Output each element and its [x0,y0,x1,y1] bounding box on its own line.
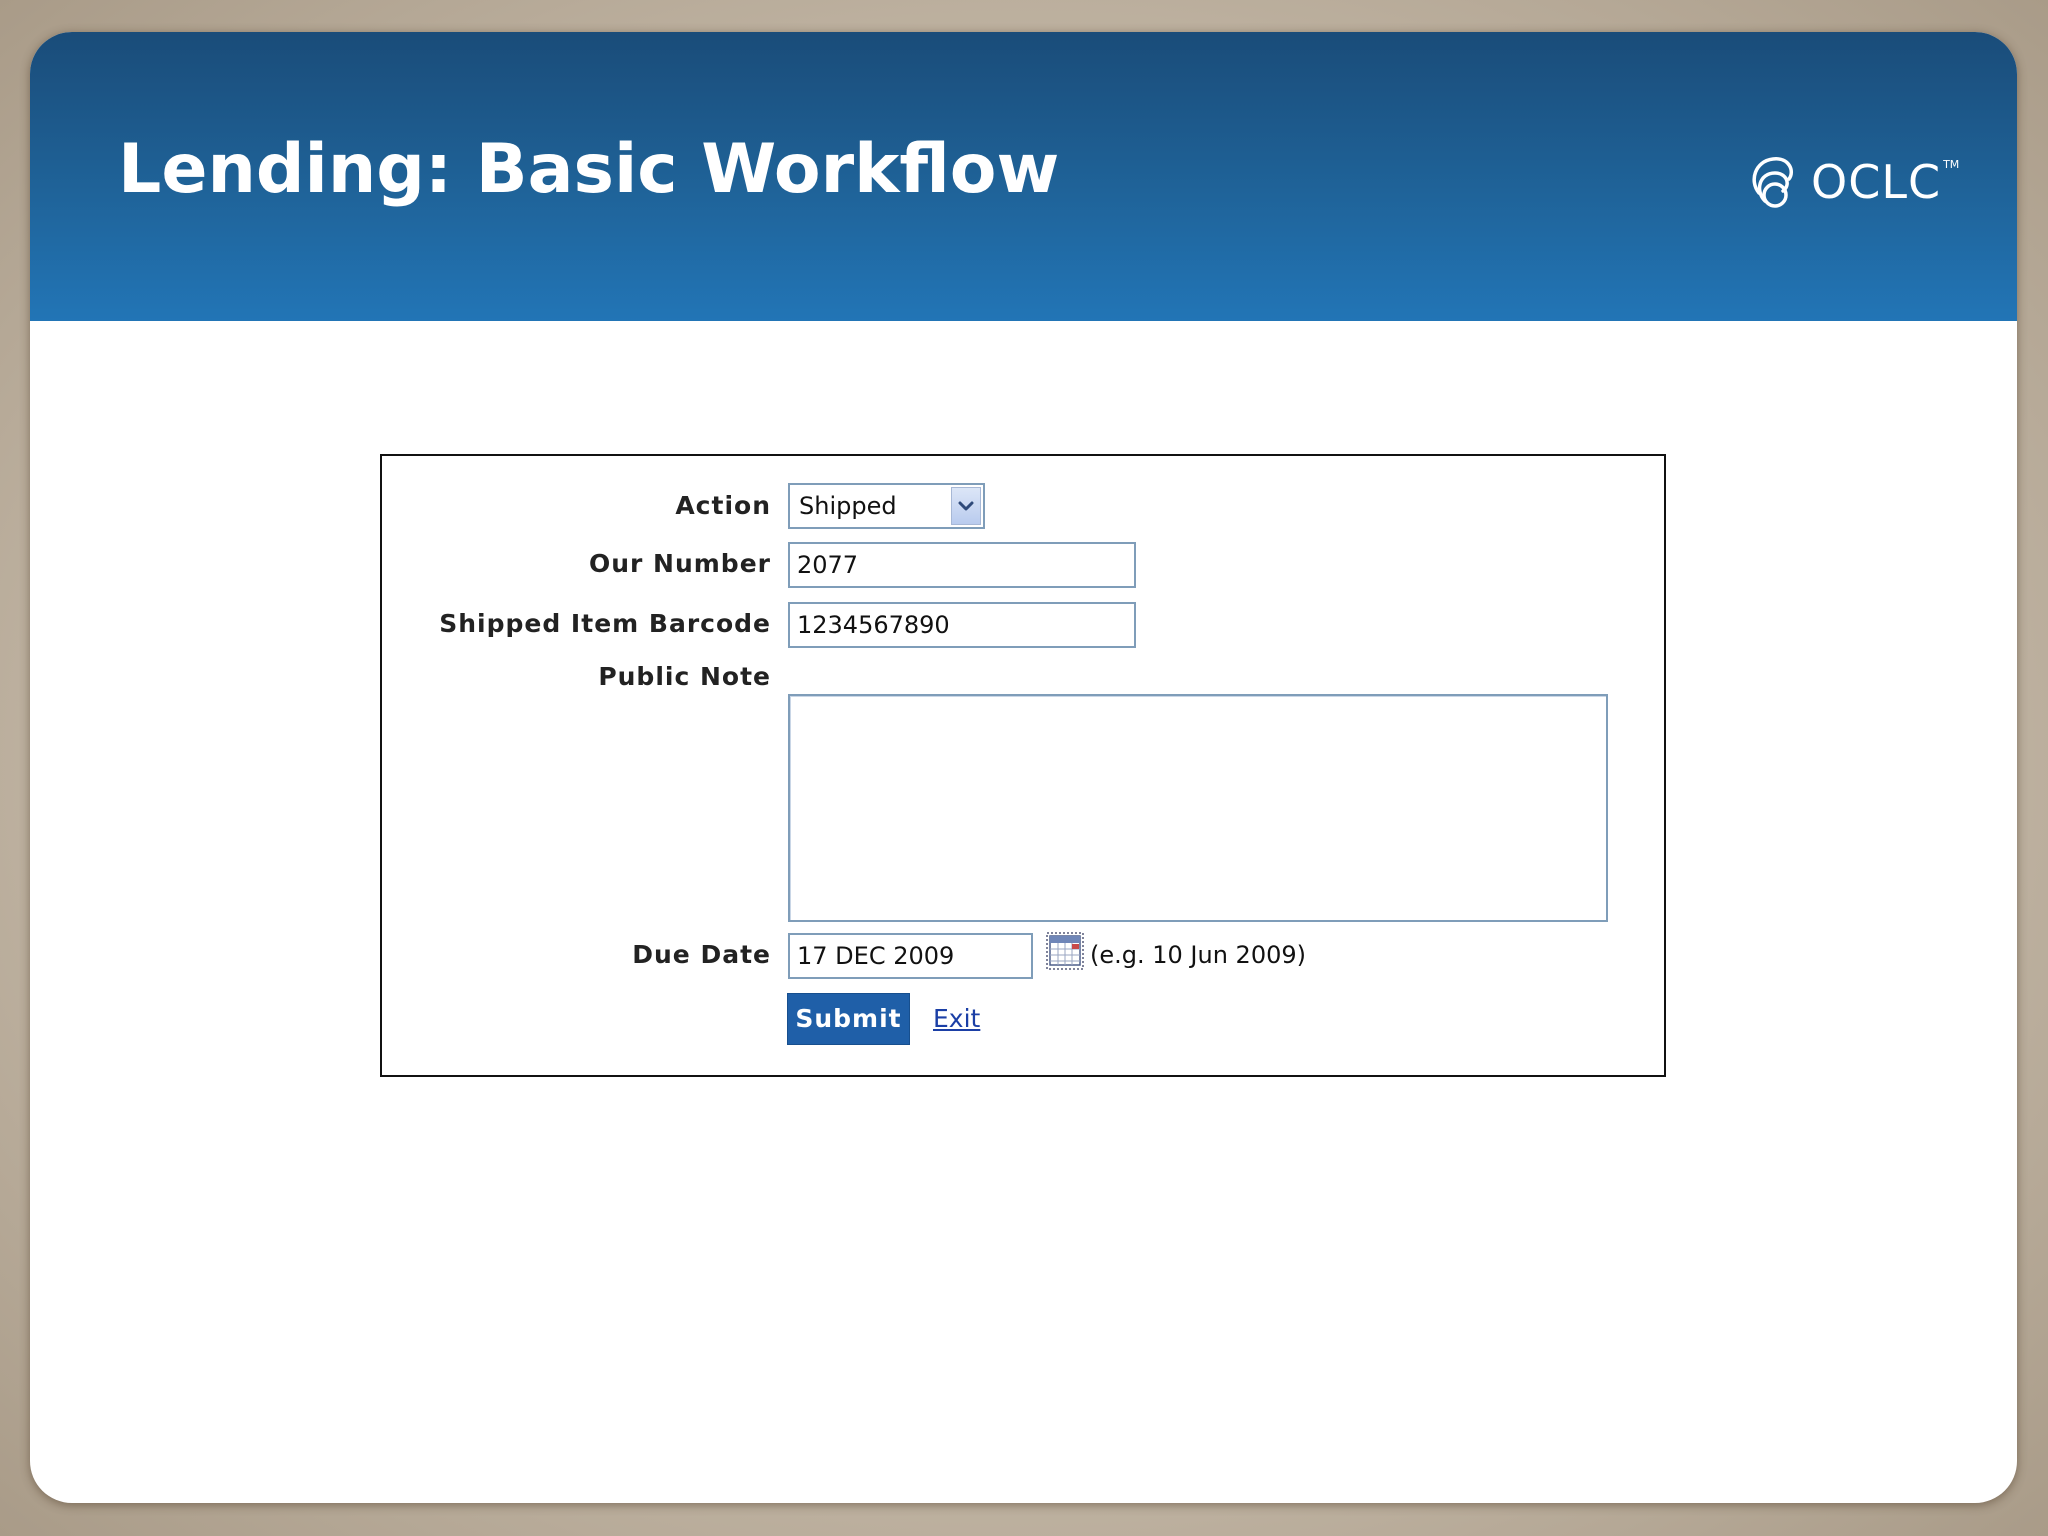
oclc-logo: OCLC TM [1745,150,1959,214]
page-title: Lending: Basic Workflow [118,130,1060,209]
exit-link[interactable]: Exit [933,1004,980,1034]
public-note-label: Public Note [598,662,771,691]
chevron-down-icon [958,501,974,511]
oclc-logo-mark-icon [1752,157,1794,208]
calendar-icon[interactable] [1046,932,1084,970]
logo-trademark: TM [1943,158,1960,171]
lending-form: Action Shipped Our Number 2077 Shipped I… [380,454,1666,1077]
due-date-hint: (e.g. 10 Jun 2009) [1090,941,1306,969]
our-number-label: Our Number [588,549,771,578]
action-label: Action [675,491,771,520]
our-number-input[interactable]: 2077 [788,542,1136,588]
submit-button[interactable]: Submit [787,993,910,1045]
public-note-textarea[interactable] [788,694,1608,922]
slide: Lending: Basic Workflow OCLC TM Action S… [30,32,2017,1503]
action-select[interactable]: Shipped [788,483,985,529]
logo-text: OCLC [1811,155,1942,209]
slide-header: Lending: Basic Workflow OCLC TM [30,32,2017,321]
action-dropdown-button[interactable] [951,487,981,525]
due-date-input[interactable]: 17 DEC 2009 [788,933,1033,979]
shipped-item-barcode-input[interactable]: 1234567890 [788,602,1136,648]
due-date-label: Due Date [632,940,771,969]
shipped-item-barcode-label: Shipped Item Barcode [439,609,771,638]
action-select-value: Shipped [799,492,897,520]
